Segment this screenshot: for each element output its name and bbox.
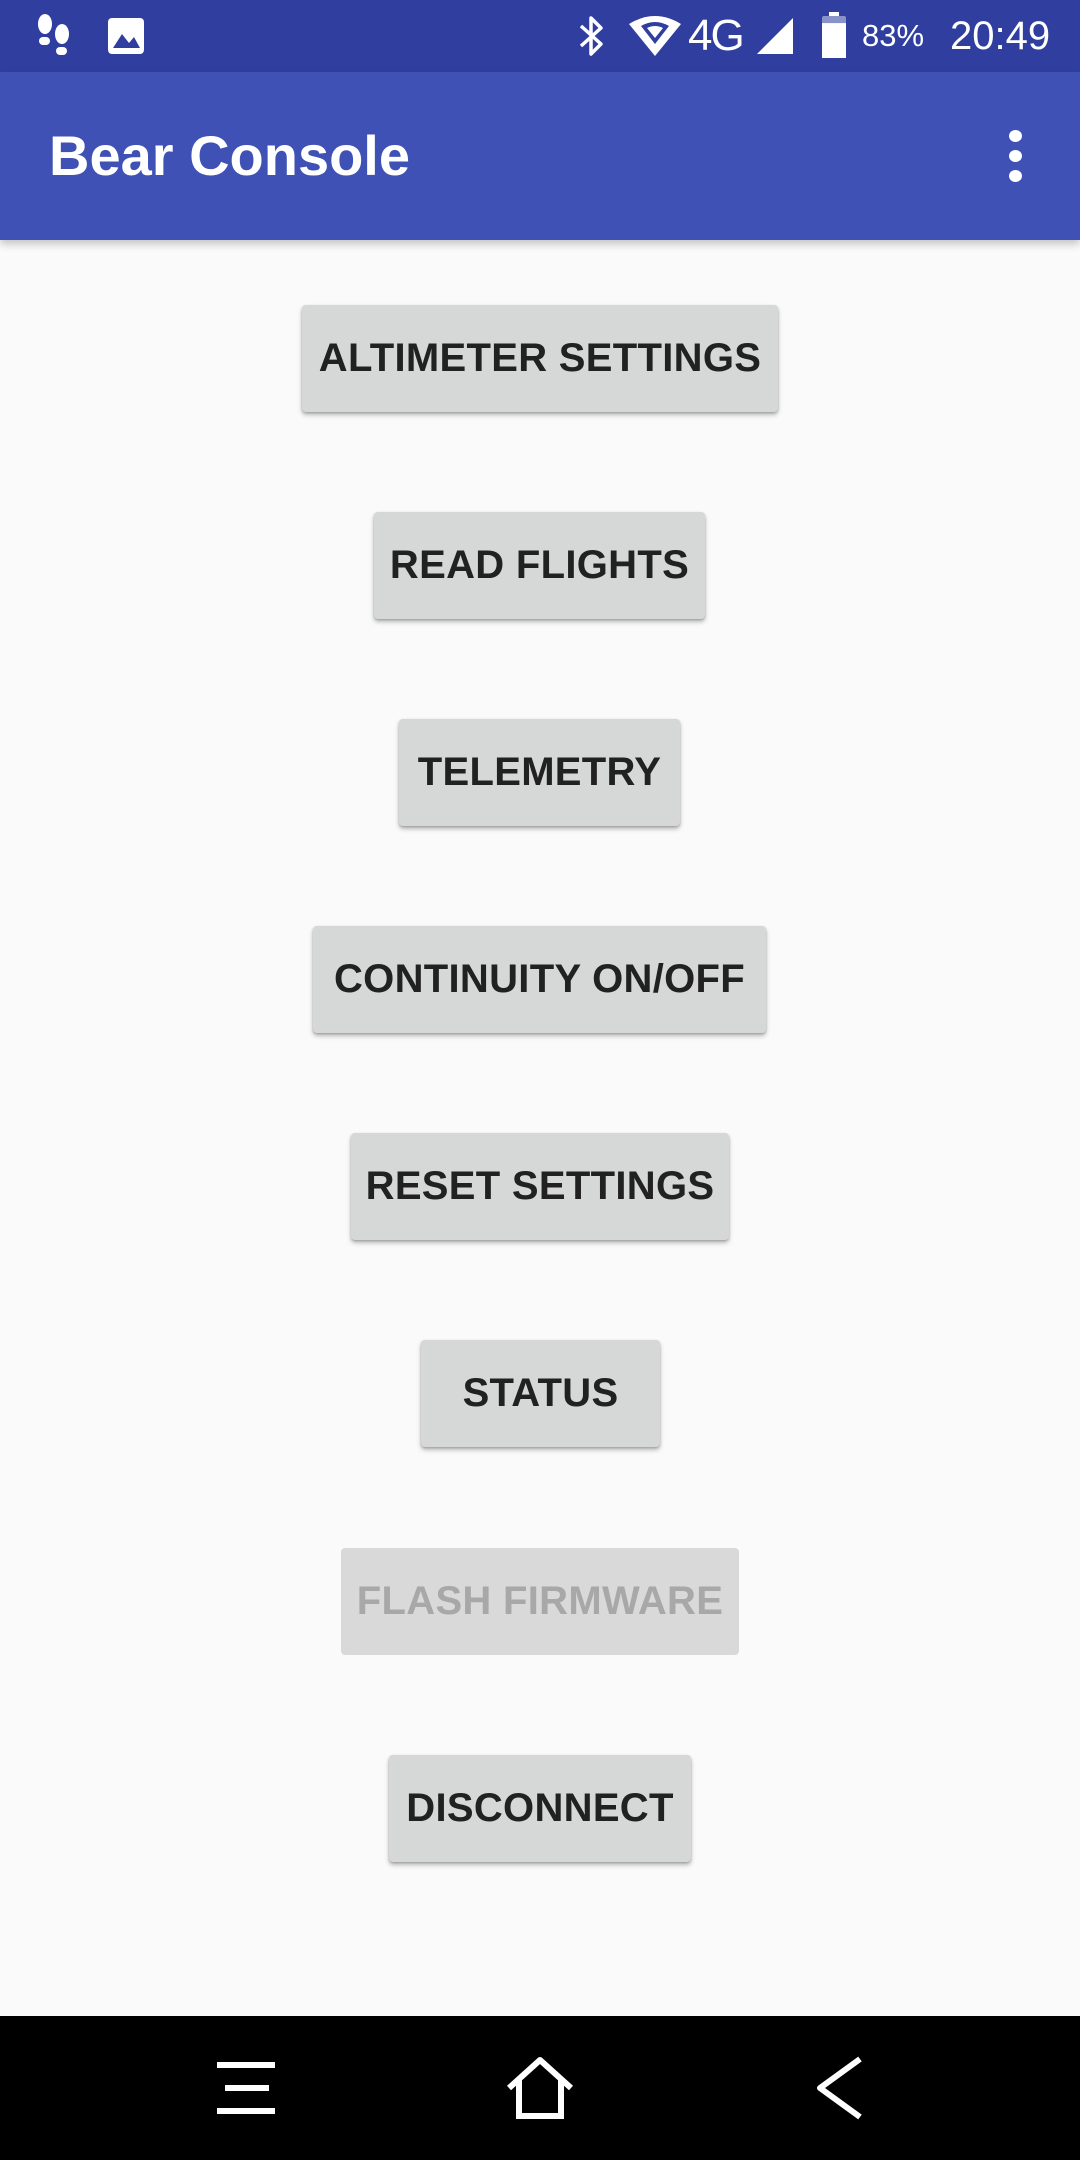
signal-icon [754,0,796,72]
bluetooth-icon [574,0,610,72]
battery-percent: 83% [862,18,925,53]
battery-icon [818,0,850,72]
main-menu: ALTIMETER SETTINGS READ FLIGHTS TELEMETR… [0,240,1080,2016]
clock: 20:49 [950,14,1051,58]
status-button[interactable]: STATUS [421,1340,660,1447]
more-vert-icon[interactable] [985,126,1045,186]
navigation-bar [0,2016,1080,2160]
app-bar: Bear Console [0,72,1080,240]
menu-icon[interactable] [176,2016,316,2160]
read-flights-button[interactable]: READ FLIGHTS [374,512,705,619]
home-icon[interactable] [470,2016,610,2160]
footprints-icon [30,0,76,72]
continuity-toggle-button[interactable]: CONTINUITY ON/OFF [313,926,766,1033]
altimeter-settings-button[interactable]: ALTIMETER SETTINGS [302,305,778,412]
image-icon [104,0,148,72]
app-title: Bear Console [49,124,410,187]
reset-settings-button[interactable]: RESET SETTINGS [351,1133,729,1240]
flash-firmware-button: FLASH FIRMWARE [341,1548,739,1655]
overflow-dot [1008,150,1022,162]
network-type: 4G [688,11,745,60]
telemetry-button[interactable]: TELEMETRY [399,719,680,826]
back-icon[interactable] [770,2016,910,2160]
disconnect-button[interactable]: DISCONNECT [389,1755,691,1862]
wifi-icon [626,0,684,72]
overflow-dot [1008,130,1022,142]
status-bar: 4G 83% 20:49 [0,0,1080,72]
overflow-dot [1008,170,1022,182]
